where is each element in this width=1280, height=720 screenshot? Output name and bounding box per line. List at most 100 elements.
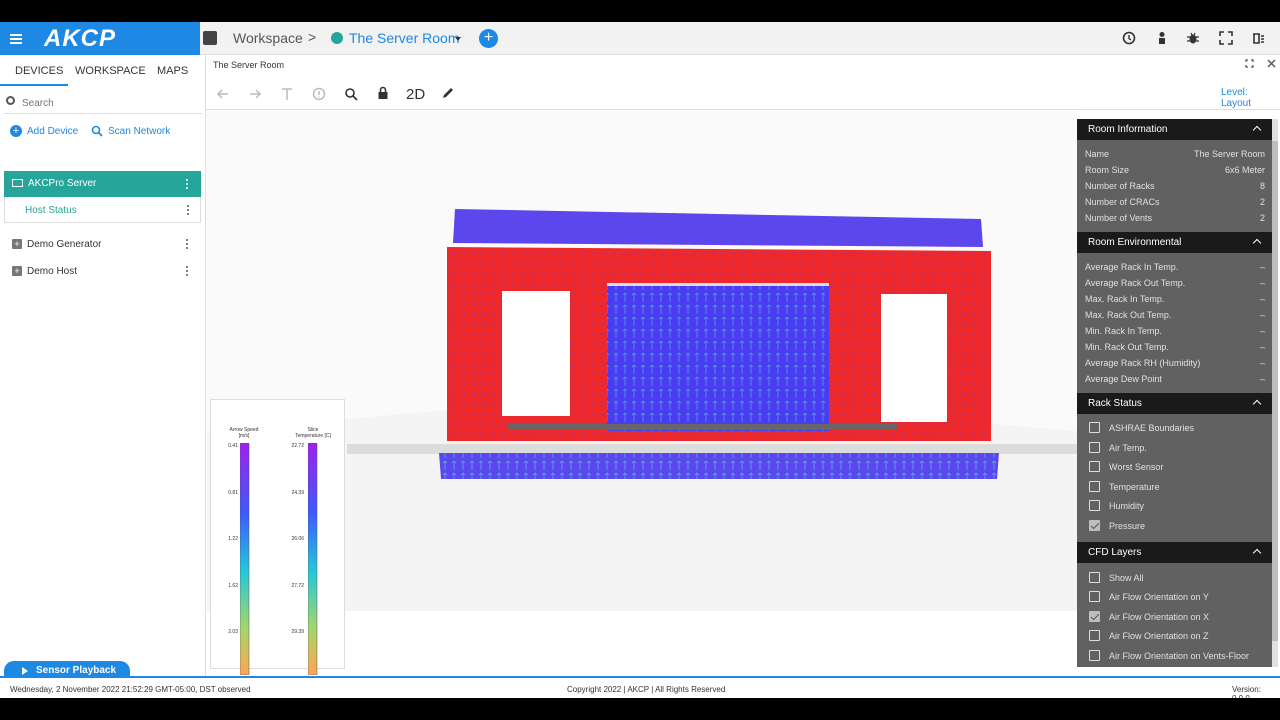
env-key: Average Rack Out Temp.	[1085, 278, 1186, 288]
cfd-layers-header[interactable]: CFD Layers	[1077, 542, 1272, 563]
checkbox-checked[interactable]	[1089, 611, 1100, 622]
chevron-up-icon[interactable]	[1252, 548, 1262, 558]
search-input[interactable]	[22, 95, 192, 111]
info-value: 6x6 Meter	[1224, 165, 1265, 175]
checkbox[interactable]	[1089, 442, 1100, 453]
env-key: Average Rack In Temp.	[1085, 262, 1179, 272]
fullscreen-icon[interactable]	[1219, 31, 1233, 45]
arrow-tick: 0.81	[228, 490, 238, 496]
tree-item-label: Demo Generator	[27, 239, 102, 250]
add-button[interactable]: +	[479, 29, 498, 48]
info-value: 8	[1259, 181, 1265, 191]
info-key: Room Size	[1085, 165, 1130, 175]
hamburger-menu-icon[interactable]	[0, 22, 32, 55]
checkbox[interactable]	[1089, 500, 1100, 511]
zoom-icon[interactable]	[344, 87, 358, 101]
tree-item-host-status[interactable]: Host Status	[4, 197, 201, 223]
checkbox[interactable]	[1089, 650, 1100, 661]
expand-icon[interactable]	[1245, 59, 1254, 68]
checkbox-label: ASHRAE Boundaries	[1109, 423, 1195, 433]
chevron-up-icon[interactable]	[1252, 399, 1262, 409]
checkbox[interactable]	[1089, 481, 1100, 492]
more-options-icon[interactable]	[186, 179, 189, 190]
room-environmental-header[interactable]: Room Environmental	[1077, 232, 1272, 253]
under-floor-arrows	[439, 453, 999, 479]
info-key: Number of Vents	[1085, 213, 1153, 223]
room-information-header[interactable]: Room Information	[1077, 119, 1272, 140]
checkbox[interactable]	[1089, 461, 1100, 472]
scan-network-label: Scan Network	[108, 126, 171, 137]
raised-floor	[347, 444, 1077, 454]
sidebar: DEVICES WORKSPACE MAPS + Add Device Scan…	[0, 55, 206, 681]
rack-opening-right	[881, 294, 947, 422]
more-options-icon[interactable]	[187, 205, 190, 216]
scrollbar-thumb[interactable]	[1272, 141, 1278, 641]
slice-tick: 24.39	[291, 490, 304, 496]
env-key: Min. Rack Out Temp.	[1085, 342, 1169, 352]
tree-item-akcpro-server[interactable]: AKCPro Server	[4, 171, 201, 197]
top-header: AKCP Workspace > The Server Room +	[0, 22, 1280, 55]
chevron-up-icon[interactable]	[1252, 125, 1262, 135]
breadcrumb-workspace[interactable]: Workspace	[233, 30, 303, 46]
checkbox-label: Air Flow Orientation on Z	[1109, 631, 1209, 641]
workspace-icon[interactable]	[203, 31, 217, 45]
env-key: Max. Rack Out Temp.	[1085, 310, 1172, 320]
room-info-panel: Room Information Name The Server Room Roo…	[1077, 119, 1272, 667]
clock-icon[interactable]	[1122, 31, 1136, 45]
scan-network-button[interactable]: Scan Network	[91, 125, 171, 137]
lock-icon[interactable]	[376, 86, 390, 100]
tab-workspace[interactable]: WORKSPACE	[75, 65, 146, 77]
checkbox[interactable]	[1089, 572, 1100, 583]
panel-scrollbar[interactable]	[1272, 119, 1278, 667]
checkbox-label: Pressure	[1109, 521, 1146, 531]
view-toolbar: 2D	[206, 78, 1280, 110]
more-options-icon[interactable]	[186, 239, 189, 250]
user-icon[interactable]	[1155, 31, 1169, 45]
env-value: –	[1259, 310, 1265, 320]
checkbox[interactable]	[1089, 422, 1100, 433]
section-title: Room Environmental	[1088, 237, 1182, 248]
pencil-icon[interactable]	[441, 86, 455, 100]
checkbox[interactable]	[1089, 630, 1100, 641]
slice-tick: 27.72	[291, 583, 304, 589]
rack-status-header[interactable]: Rack Status	[1077, 393, 1272, 414]
bug-icon[interactable]	[1186, 31, 1200, 45]
checkbox-label: Humidity	[1109, 501, 1145, 511]
breadcrumb-room[interactable]: The Server Room	[349, 30, 459, 46]
checkbox-label: Temperature	[1109, 482, 1160, 492]
forward-arrow-icon[interactable]	[248, 87, 262, 101]
tab-maps[interactable]: MAPS	[157, 65, 188, 77]
info-value: 2	[1259, 213, 1265, 223]
chevron-up-icon[interactable]	[1252, 238, 1262, 248]
level-link[interactable]: Level: Layout	[1221, 87, 1280, 109]
play-icon	[22, 667, 28, 675]
section-title: CFD Layers	[1088, 547, 1142, 558]
checkbox[interactable]	[1089, 591, 1100, 602]
info-value: The Server Room	[1193, 149, 1265, 159]
expand-icon[interactable]: +	[12, 239, 22, 249]
tab-devices[interactable]: DEVICES	[15, 65, 63, 77]
expand-icon[interactable]: +	[12, 266, 22, 276]
close-icon[interactable]	[1267, 59, 1276, 68]
slice-tick: 22.72	[291, 443, 304, 449]
slice-temp-colorbar	[308, 443, 318, 675]
cold-aisle-top	[607, 283, 829, 286]
add-device-button[interactable]: + Add Device	[10, 125, 78, 137]
back-arrow-icon[interactable]	[216, 87, 230, 101]
checkbox-label: Air Flow Orientation on X	[1109, 612, 1210, 622]
chevron-down-icon[interactable]	[455, 37, 461, 41]
cold-aisle-arrows	[607, 283, 829, 431]
2d-toggle-button[interactable]: 2D	[406, 86, 425, 103]
clear-icon[interactable]	[1251, 31, 1265, 45]
checkbox-checked[interactable]	[1089, 520, 1100, 531]
sensor-playback-label: Sensor Playback	[36, 665, 117, 676]
info-icon[interactable]	[312, 87, 326, 101]
env-value: –	[1259, 374, 1265, 384]
env-value: –	[1259, 342, 1265, 352]
top-view-icon[interactable]	[280, 87, 294, 101]
search-box	[4, 92, 202, 114]
arrow-tick: 2.03	[228, 629, 238, 635]
checkbox-label: Air Flow Orientation on Y	[1109, 592, 1209, 602]
section-title: Rack Status	[1088, 398, 1142, 409]
more-options-icon[interactable]	[186, 266, 189, 277]
